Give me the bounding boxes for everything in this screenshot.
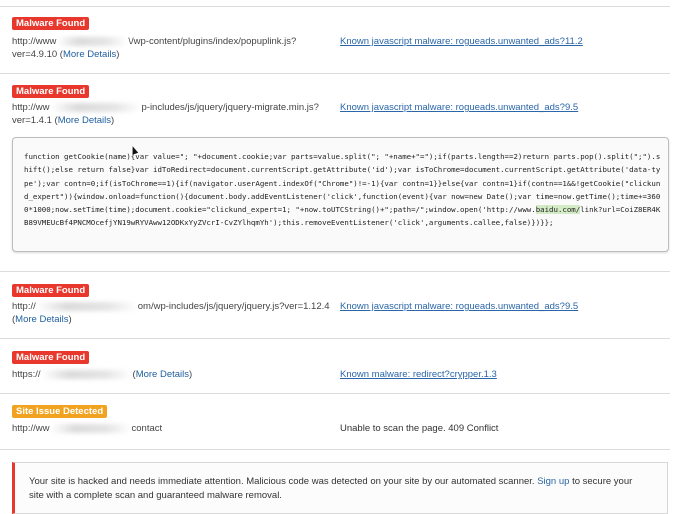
redacted-blur	[50, 102, 141, 112]
row-divider	[0, 73, 670, 74]
hacked-alert-banner: Your site is hacked and needs immediate …	[12, 462, 668, 514]
code-highlight: baidu.com/	[535, 205, 581, 215]
finding-url: http://ww p-includes/js/jquery/jquery-mig…	[12, 101, 319, 114]
top-divider	[0, 6, 670, 7]
alert-text-before: Your site is hacked and needs immediate …	[29, 476, 538, 487]
close-paren: )	[68, 314, 72, 325]
more-details-link[interactable]: More Details	[63, 49, 116, 60]
more-details-link[interactable]: More Details	[15, 314, 68, 325]
version-text: ver=4.9.10 (	[12, 49, 63, 60]
url-prefix: http://ww	[12, 102, 50, 113]
more-details-link[interactable]: More Details	[136, 369, 189, 380]
version-line: ver=1.4.1 (More Details)	[12, 114, 114, 127]
redacted-blur	[36, 301, 137, 311]
row-divider	[0, 393, 670, 394]
more-details-link[interactable]: More Details	[58, 115, 111, 126]
row-divider	[0, 271, 670, 272]
close-paren: )	[189, 369, 193, 380]
url-suffix: contact	[131, 423, 163, 434]
sign-up-link[interactable]: Sign up	[537, 476, 569, 487]
malware-detail-link[interactable]: Known javascript malware: rogueads.unwan…	[340, 101, 578, 114]
row-divider	[0, 338, 670, 339]
url-prefix: http://www	[12, 36, 57, 47]
redacted-blur	[57, 36, 128, 46]
malware-detail-link[interactable]: Known javascript malware: rogueads.unwan…	[340, 35, 583, 48]
row-divider	[0, 449, 670, 450]
malicious-code: function getCookie(name){var value="; "+…	[24, 150, 664, 230]
url-prefix: http://	[12, 301, 36, 312]
close-paren: )	[111, 115, 115, 126]
malware-badge: Malware Found	[12, 85, 90, 98]
finding-url: https://(More Details)	[12, 368, 192, 381]
url-suffix: p-includes/js/jquery/jquery-migrate.min.…	[141, 102, 319, 113]
url-suffix: om/wp-includes/js/jquery/jquery.js?ver=1…	[137, 301, 330, 312]
site-issue-badge: Site Issue Detected	[12, 405, 108, 418]
malware-badge: Malware Found	[12, 351, 90, 364]
malware-badge: Malware Found	[12, 284, 90, 297]
finding-url: http:// om/wp-includes/js/jquery/jquery.j…	[12, 300, 330, 313]
url-prefix: http://ww	[12, 423, 50, 434]
malicious-code-box: function getCookie(name){var value="; "+…	[12, 137, 669, 252]
malware-detail-link[interactable]: Known javascript malware: rogueads.unwan…	[340, 300, 578, 313]
malware-badge: Malware Found	[12, 17, 90, 30]
version-text: ver=1.4.1 (	[12, 115, 58, 126]
close-paren: )	[116, 49, 120, 60]
redacted-blur	[41, 369, 132, 379]
version-line: ver=4.9.10 (More Details)	[12, 48, 119, 61]
finding-url: http://www \/wp-content/plugins/index/pop…	[12, 35, 296, 48]
alert-message: Your site is hacked and needs immediate …	[29, 475, 649, 503]
finding-url: http://ww contact	[12, 422, 162, 435]
version-line: (More Details)	[12, 313, 72, 326]
redacted-blur	[50, 423, 131, 433]
malware-detail-link[interactable]: Known malware: redirect?crypper.1.3	[340, 368, 497, 381]
url-suffix: \/wp-content/plugins/index/popuplink.js?	[128, 36, 297, 47]
issue-detail-text: Unable to scan the page. 409 Conflict	[340, 423, 499, 434]
url-prefix: https://	[12, 369, 41, 380]
